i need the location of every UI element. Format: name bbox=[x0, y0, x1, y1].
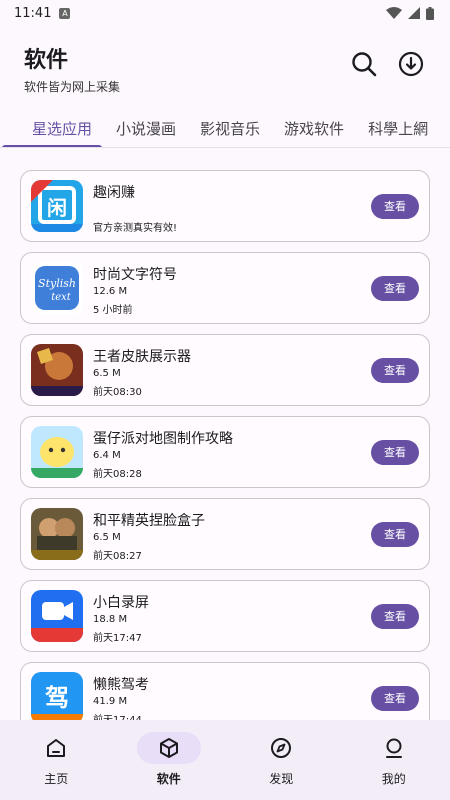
app-size: 12.6 M bbox=[93, 286, 128, 297]
app-size: 41.9 M bbox=[93, 696, 128, 707]
svg-text:闲: 闲 bbox=[47, 196, 67, 220]
tab-item[interactable]: 游戏软件 bbox=[272, 108, 356, 147]
app-updated: 前天08:28 bbox=[93, 469, 142, 480]
app-name: 时尚文字符号 bbox=[93, 267, 177, 283]
app-card[interactable]: 王者皮肤展示器 6.5 M 前天08:30 查看 bbox=[20, 334, 430, 406]
app-size: 6.5 M bbox=[93, 532, 121, 543]
cube-icon bbox=[136, 732, 201, 764]
nav-label: 发现 bbox=[269, 772, 294, 786]
app-name: 懒熊驾考 bbox=[93, 677, 149, 693]
signal-icon bbox=[408, 7, 420, 19]
app-card[interactable]: 和平精英捏脸盒子 6.5 M 前天08:27 查看 bbox=[20, 498, 430, 570]
view-button[interactable]: 查看 bbox=[371, 358, 419, 383]
app-updated: 前天08:30 bbox=[93, 387, 142, 398]
download-button[interactable] bbox=[395, 48, 427, 80]
nav-item[interactable]: 软件 bbox=[113, 720, 226, 800]
skin-viewer-icon bbox=[31, 344, 83, 396]
view-button[interactable]: 查看 bbox=[371, 686, 419, 711]
app-card[interactable]: 蛋仔派对地图制作攻略 6.4 M 前天08:28 查看 bbox=[20, 416, 430, 488]
app-updated: 官方亲测真实有效! bbox=[93, 223, 178, 234]
app-updated: 前天08:27 bbox=[93, 551, 142, 562]
profile-icon bbox=[362, 732, 426, 764]
download-icon bbox=[398, 51, 424, 77]
page-title: 软件 bbox=[24, 48, 69, 73]
tab-item[interactable]: 星选应用 bbox=[0, 108, 104, 147]
page-subtitle: 软件皆为网上采集 bbox=[24, 80, 121, 94]
bottom-navigation: 主页 软件 发现 我的 bbox=[0, 720, 450, 800]
app-name: 和平精英捏脸盒子 bbox=[93, 513, 205, 529]
driving-test-icon: 驾 bbox=[31, 672, 83, 724]
app-name: 王者皮肤展示器 bbox=[93, 349, 191, 365]
svg-text:驾: 驾 bbox=[45, 684, 69, 712]
screen-recorder-icon bbox=[31, 590, 83, 642]
app-card[interactable]: 闲 趣闲赚官方亲测真实有效! 查看 bbox=[20, 170, 430, 242]
wifi-icon bbox=[386, 7, 402, 19]
app-name: 蛋仔派对地图制作攻略 bbox=[93, 431, 233, 447]
status-bar: 11:41 A bbox=[0, 0, 450, 26]
nav-item[interactable]: 我的 bbox=[338, 720, 450, 800]
pubg-face-icon bbox=[31, 508, 83, 560]
page-header: 软件 软件皆为网上采集 bbox=[24, 42, 120, 95]
svg-text:Stylish: Stylish bbox=[38, 277, 76, 290]
app-updated: 前天17:47 bbox=[93, 633, 142, 644]
view-button[interactable]: 查看 bbox=[371, 440, 419, 465]
app-name: 小白录屏 bbox=[93, 595, 149, 611]
tab-item[interactable]: 小说漫画 bbox=[104, 108, 188, 147]
view-button[interactable]: 查看 bbox=[371, 604, 419, 629]
stylish-text-icon: Stylish text bbox=[31, 262, 83, 314]
nav-label: 软件 bbox=[156, 772, 181, 786]
view-button[interactable]: 查看 bbox=[371, 276, 419, 301]
tab-item[interactable]: 學習 bbox=[440, 108, 450, 147]
app-size: 6.4 M bbox=[93, 450, 121, 461]
tab-item[interactable]: 科學上網 bbox=[356, 108, 440, 147]
status-time: 11:41 bbox=[14, 5, 52, 21]
eggy-party-icon bbox=[31, 426, 83, 478]
search-button[interactable] bbox=[348, 48, 380, 80]
nav-label: 我的 bbox=[381, 772, 406, 786]
nav-item[interactable]: 主页 bbox=[0, 720, 113, 800]
app-card[interactable]: Stylish text 时尚文字符号 12.6 M 5 小时前 查看 bbox=[20, 252, 430, 324]
app-size: 6.5 M bbox=[93, 368, 121, 379]
app-card[interactable]: 小白录屏 18.8 M 前天17:47 查看 bbox=[20, 580, 430, 652]
tab-item[interactable]: 影视音乐 bbox=[188, 108, 272, 147]
nav-label: 主页 bbox=[44, 772, 69, 786]
compass-icon bbox=[249, 732, 313, 764]
search-icon bbox=[352, 52, 377, 77]
qxz-icon: 闲 bbox=[31, 180, 83, 232]
nav-item[interactable]: 发现 bbox=[225, 720, 338, 800]
app-name: 趣闲赚 bbox=[93, 185, 135, 201]
app-updated: 5 小时前 bbox=[93, 305, 133, 316]
app-size: 18.8 M bbox=[93, 614, 128, 625]
category-tabs: 星选应用小说漫画影视音乐游戏软件科學上網學習 bbox=[0, 108, 450, 148]
svg-text:text: text bbox=[51, 292, 72, 303]
battery-icon bbox=[426, 6, 434, 20]
home-icon bbox=[24, 732, 88, 764]
view-button[interactable]: 查看 bbox=[371, 194, 419, 219]
notification-icon: A bbox=[59, 7, 71, 19]
view-button[interactable]: 查看 bbox=[371, 522, 419, 547]
